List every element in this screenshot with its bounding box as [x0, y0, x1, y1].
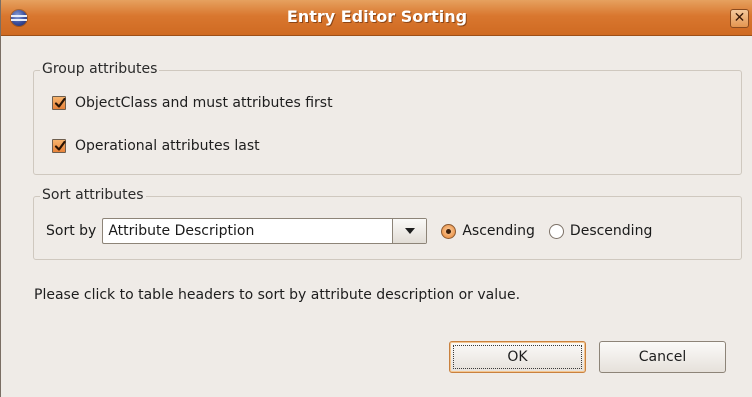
objectclass-first-option[interactable]: ObjectClass and must attributes first	[52, 93, 333, 113]
checkmark-icon	[54, 97, 66, 108]
cancel-button[interactable]: Cancel	[599, 341, 726, 373]
dialog-window: Entry Editor Sorting ✕ Group attributes …	[0, 0, 752, 397]
dropdown-button[interactable]	[392, 219, 427, 243]
ascending-label: Ascending	[462, 223, 535, 239]
ascending-radio[interactable]	[441, 223, 457, 239]
objectclass-first-checkbox[interactable]	[52, 96, 66, 110]
group-attributes-legend: Group attributes	[40, 61, 160, 77]
chevron-down-icon	[404, 228, 415, 234]
ok-button-label: OK	[507, 349, 528, 365]
window-title: Entry Editor Sorting	[286, 7, 468, 26]
operational-last-option[interactable]: Operational attributes last	[52, 136, 260, 156]
sort-by-value: Attribute Description	[108, 223, 255, 239]
sort-hint-text: Please click to table headers to sort by…	[34, 287, 521, 303]
checkmark-icon	[54, 140, 66, 151]
sort-by-label: Sort by	[46, 223, 97, 239]
operational-last-label: Operational attributes last	[75, 138, 260, 154]
sort-row: Sort by Attribute Description Ascending …	[46, 217, 666, 245]
group-attributes-box: Group attributes ObjectClass and must at…	[33, 61, 742, 175]
descending-label: Descending	[569, 223, 653, 239]
cancel-button-label: Cancel	[638, 349, 687, 365]
descending-option[interactable]: Descending	[548, 223, 653, 239]
sort-by-combo[interactable]: Attribute Description	[102, 218, 428, 244]
ok-button[interactable]: OK	[449, 341, 586, 373]
sort-attributes-legend: Sort attributes	[40, 187, 146, 203]
close-button[interactable]: ✕	[730, 9, 749, 28]
close-icon: ✕	[733, 10, 746, 26]
objectclass-first-label: ObjectClass and must attributes first	[75, 95, 333, 111]
sort-order-group: Ascending Descending	[441, 223, 666, 239]
descending-radio[interactable]	[548, 223, 564, 239]
title-bar[interactable]: Entry Editor Sorting ✕	[1, 0, 752, 36]
operational-last-checkbox[interactable]	[52, 139, 66, 153]
sort-attributes-box: Sort attributes Sort by Attribute Descri…	[33, 187, 742, 260]
ascending-option[interactable]: Ascending	[441, 223, 535, 239]
